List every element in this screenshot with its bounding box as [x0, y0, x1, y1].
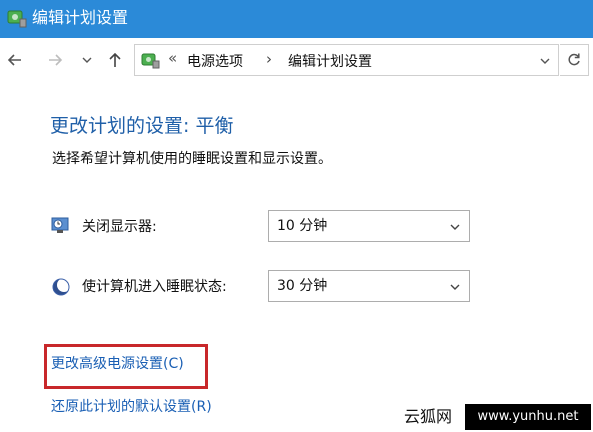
sleep-value: 30 分钟 — [277, 278, 328, 294]
advanced-power-settings-link[interactable]: 更改高级电源设置(C) — [51, 355, 184, 373]
chevron-down-icon — [82, 57, 92, 63]
display-off-select[interactable]: 10 分钟 — [268, 210, 470, 242]
moon-sleep-icon — [52, 278, 71, 296]
up-button[interactable] — [104, 48, 126, 72]
window-title: 编辑计划设置 — [32, 8, 129, 27]
power-options-icon — [7, 10, 27, 28]
title-bar: 编辑计划设置 — [0, 0, 593, 38]
restore-defaults-link[interactable]: 还原此计划的默认设置(R) — [51, 398, 212, 416]
page-description: 选择希望计算机使用的睡眠设置和显示设置。 — [52, 151, 332, 167]
arrow-up-icon — [109, 52, 121, 67]
monitor-clock-icon — [51, 217, 69, 233]
back-button[interactable] — [4, 48, 26, 72]
chevron-down-icon — [540, 58, 550, 64]
sleep-select[interactable]: 30 分钟 — [268, 270, 470, 302]
overflow-crumbs[interactable]: « — [168, 49, 177, 67]
watermark: 云狐网 www.yunhu.net — [393, 402, 593, 432]
chevron-down-icon — [447, 219, 463, 235]
refresh-button[interactable] — [560, 44, 589, 76]
display-off-label: 关闭显示器: — [82, 219, 157, 235]
power-options-icon — [141, 53, 160, 69]
refresh-icon — [568, 53, 580, 66]
breadcrumb-edit-plan[interactable]: 编辑计划设置 — [288, 51, 372, 71]
watermark-site-name: 云狐网 — [393, 402, 463, 432]
forward-button[interactable] — [44, 48, 66, 72]
address-bar[interactable]: « 电源选项 › 编辑计划设置 — [134, 44, 559, 76]
arrow-left-icon — [7, 54, 21, 66]
display-off-value: 10 分钟 — [277, 218, 328, 234]
breadcrumb-separator[interactable]: › — [266, 50, 272, 68]
page-title: 更改计划的设置: 平衡 — [50, 115, 234, 137]
sleep-label: 使计算机进入睡眠状态: — [82, 279, 227, 295]
recent-locations-button[interactable] — [78, 48, 96, 72]
breadcrumb-power-options[interactable]: 电源选项 — [187, 51, 243, 71]
chevron-down-icon — [447, 279, 463, 295]
address-history-dropdown[interactable] — [535, 51, 555, 71]
arrow-right-icon — [49, 54, 63, 66]
watermark-url: www.yunhu.net — [465, 404, 591, 430]
